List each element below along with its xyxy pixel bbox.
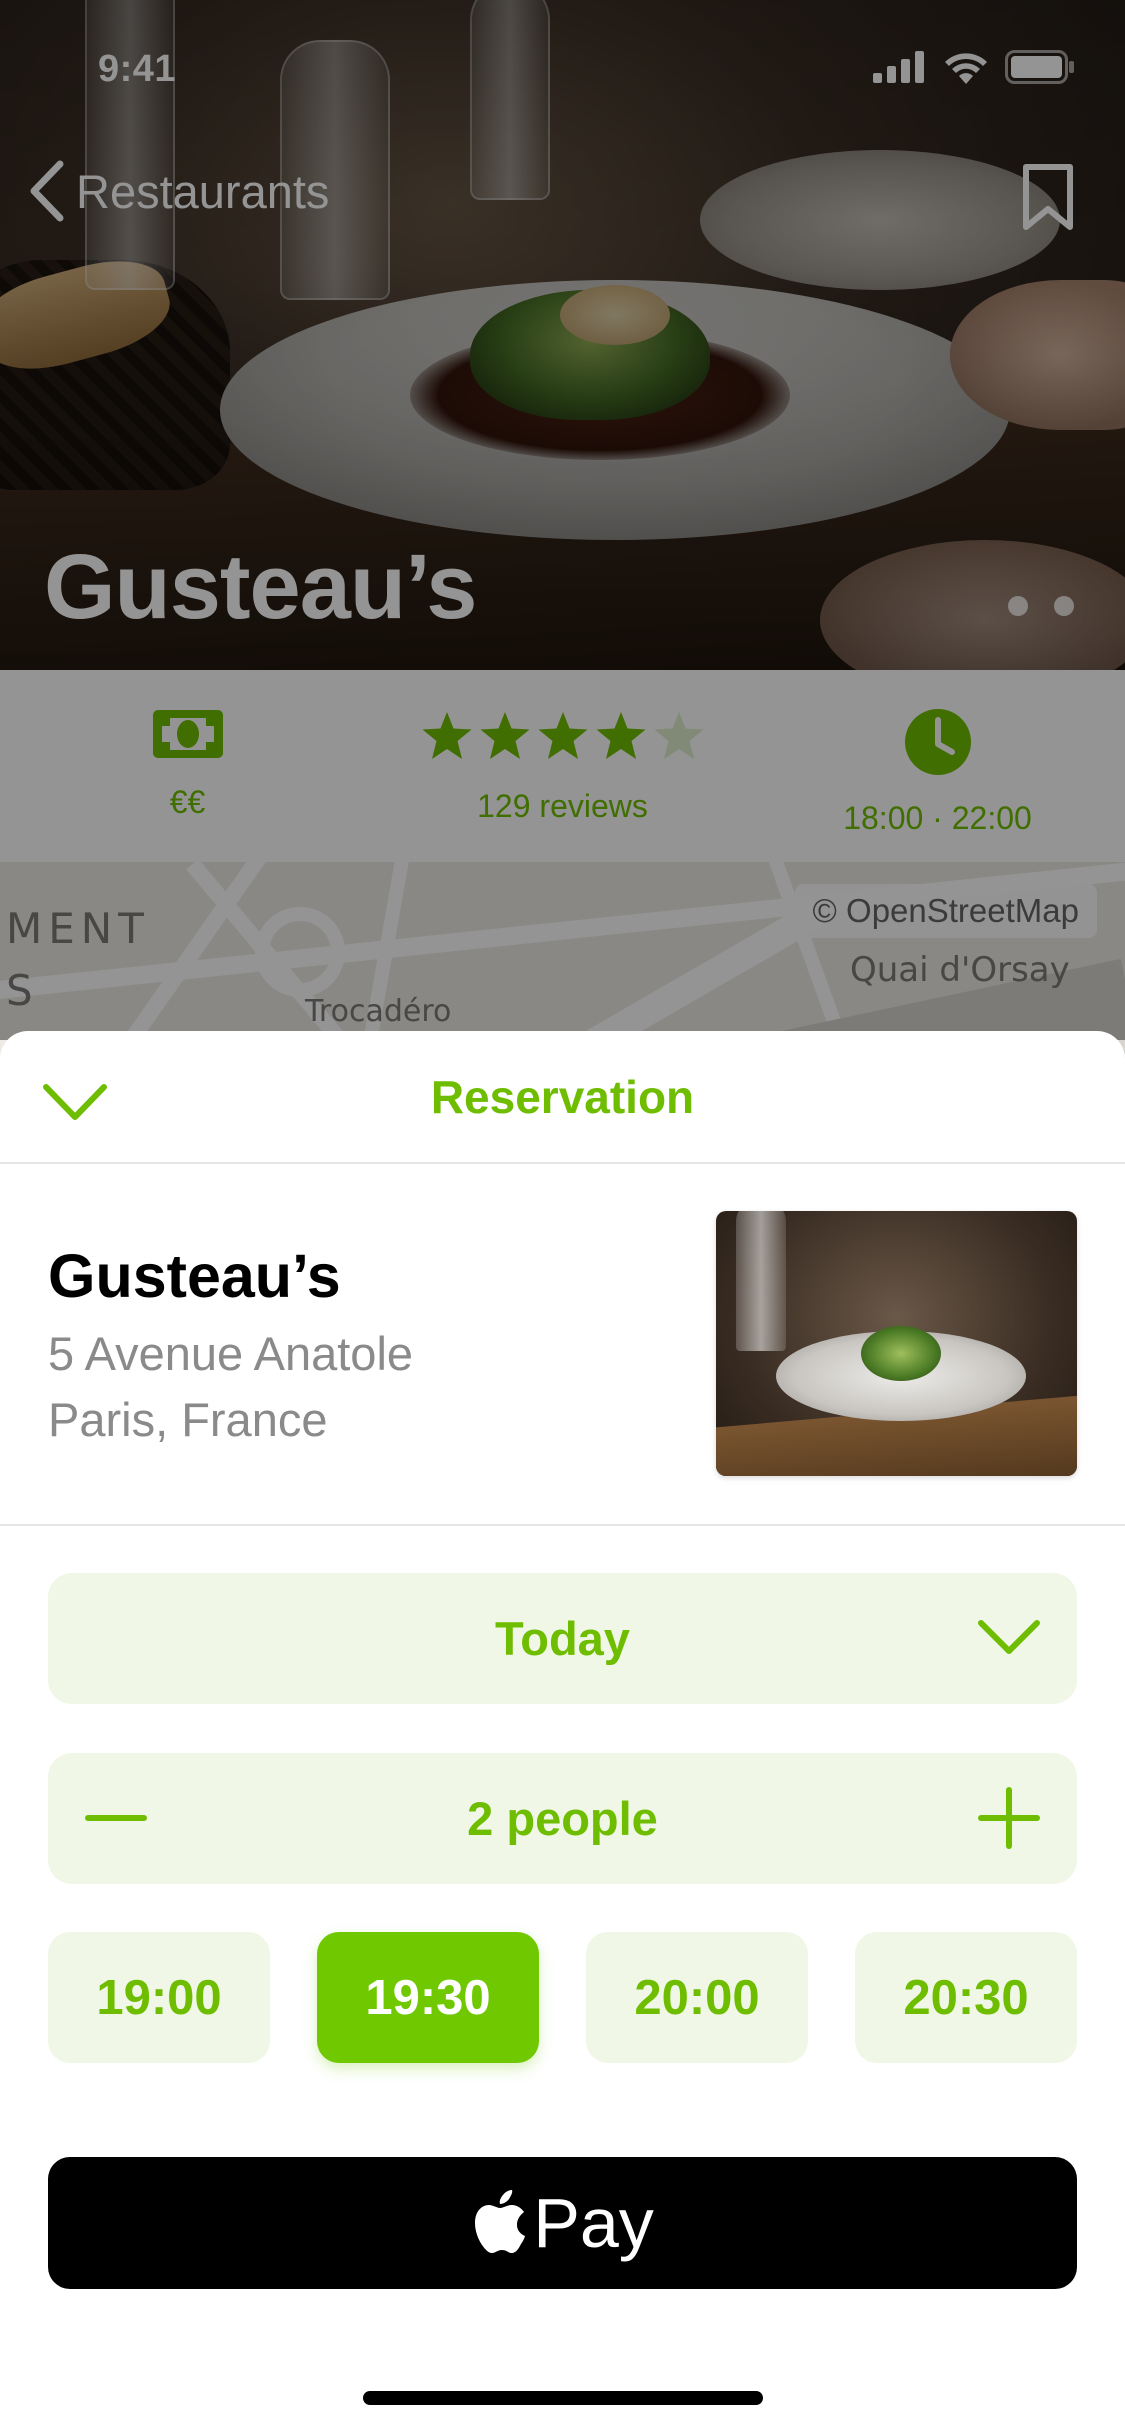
people-value: 2 people [467,1792,658,1845]
star-empty-icon [654,712,703,759]
map-label-trocadero: Trocadéro [305,994,452,1029]
hero-title: Gusteau’s [44,536,477,638]
hours-info: 18:00 · 22:00 [773,670,1103,837]
restaurant-card: Gusteau’s 5 Avenue Anatole Paris, France [0,1031,1125,1526]
apple-pay-button[interactable]: Pay [48,2157,1077,2289]
cellular-signal-icon [873,51,924,83]
wifi-icon [945,53,987,84]
home-indicator[interactable] [363,2391,763,2405]
time-slot-selected[interactable]: 19:30 [317,1932,539,2063]
time-slot[interactable]: 20:30 [855,1932,1077,2063]
map-label-quai: Quai d'Orsay [850,950,1070,990]
minus-icon[interactable] [84,1793,148,1843]
status-bar: 9:41 [0,0,1125,132]
rating-info[interactable]: 129 reviews [398,670,728,825]
battery-icon [1005,50,1074,84]
page-indicator[interactable] [1008,596,1074,616]
restaurant-address: 5 Avenue Anatole Paris, France [48,1321,413,1453]
rating-stars [421,708,705,764]
reviews-label: 129 reviews [477,788,648,824]
address-line-1: 5 Avenue Anatole [48,1327,414,1380]
chevron-down-icon [978,1620,1040,1654]
screen: 9:41 Restaurants Gusteau’s €€ 129 review… [0,0,1125,2436]
price-info: €€ [23,670,353,821]
restaurant-name: Gusteau’s [48,1242,341,1310]
address-line-2: Paris, France [48,1393,328,1446]
status-time: 9:41 [98,48,177,90]
sheet-content: Gusteau’s 5 Avenue Anatole Paris, France… [0,1031,1125,2436]
back-label: Restaurants [76,164,330,218]
plus-icon[interactable] [977,1786,1041,1850]
map-label-s: S [6,966,33,1015]
banknote-icon [152,710,223,758]
restaurant-photo [716,1211,1077,1476]
back-button[interactable]: Restaurants [26,160,329,222]
people-stepper: 2 people [48,1753,1077,1884]
clock-icon [904,709,971,775]
apple-logo-icon [475,2190,526,2253]
star-filled-icon [480,712,529,759]
page-dot [1008,596,1028,616]
map-attribution[interactable]: © OpenStreetMap [794,884,1097,938]
price-label: €€ [169,784,206,820]
time-slot[interactable]: 19:00 [48,1932,270,2063]
info-row: €€ 129 reviews 18:00 · 22:00 [0,670,1125,862]
bookmark-button[interactable] [1022,163,1074,236]
bookmark-icon [1023,164,1073,230]
pay-label: Pay [533,2184,654,2262]
map-label-ment: MENT [6,904,150,953]
page-dot [1054,596,1074,616]
status-icons [873,50,1075,84]
time-slot[interactable]: 20:00 [586,1932,808,2063]
day-selector[interactable]: Today [48,1573,1077,1704]
star-filled-icon [422,712,471,759]
chevron-left-icon [30,160,64,222]
day-value: Today [495,1612,630,1665]
star-filled-icon [538,712,587,759]
star-filled-icon [596,712,645,759]
hours-label: 18:00 · 22:00 [843,800,1032,836]
time-slots: 19:00 19:30 20:00 20:30 [48,1932,1077,2063]
